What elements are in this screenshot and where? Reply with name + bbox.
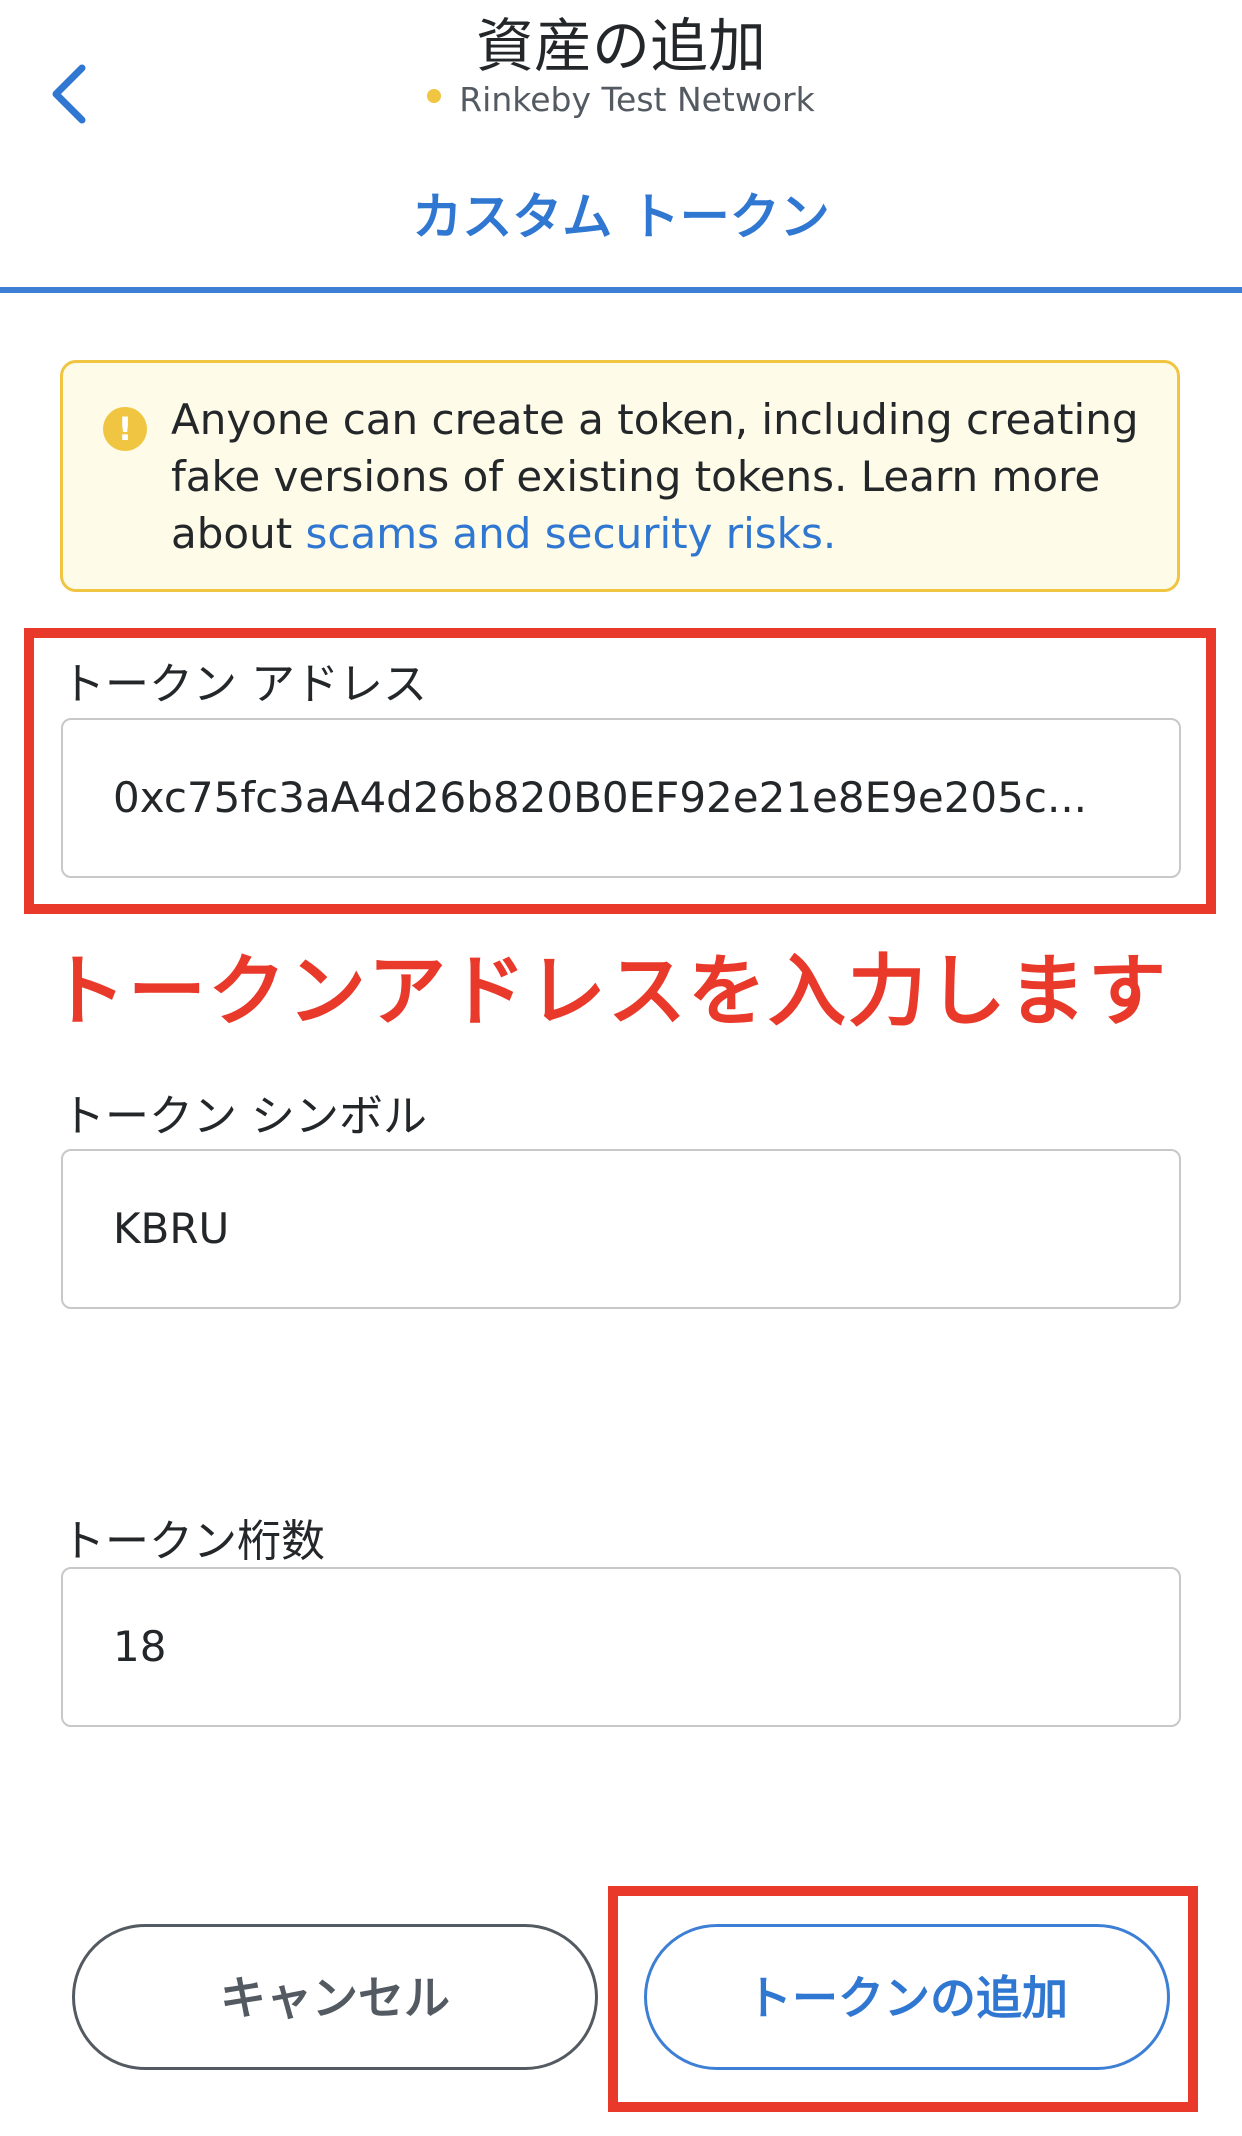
token-symbol-value: KBRU: [113, 1204, 230, 1253]
token-symbol-input[interactable]: KBRU: [61, 1149, 1181, 1309]
exclamation-circle-icon: !: [103, 407, 147, 451]
scam-warning-banner: ! Anyone can create a token, including c…: [60, 360, 1180, 592]
token-decimals-label: トークン桁数: [61, 1516, 325, 1567]
token-symbol-label: トークン シンボル: [61, 1091, 427, 1142]
network-indicator[interactable]: Rinkeby Test Network: [0, 78, 1242, 122]
token-decimals-input[interactable]: 18: [61, 1567, 1181, 1727]
cancel-button[interactable]: キャンセル: [72, 1924, 598, 2070]
network-name: Rinkeby Test Network: [459, 80, 815, 119]
network-status-dot: [427, 88, 442, 103]
tab-underline: [0, 287, 1242, 293]
token-decimals-value: 18: [113, 1622, 167, 1671]
add-token-button[interactable]: トークンの追加: [644, 1924, 1170, 2070]
instruction-annotation: トークンアドレスを入力します: [48, 947, 1169, 1037]
warning-text: Anyone can create a token, including cre…: [171, 391, 1161, 562]
page-title: 資産の追加: [475, 12, 766, 80]
token-address-input[interactable]: 0xc75fc3aA4d26b820B0EF92e21e8E9e205c...: [61, 718, 1181, 878]
scams-security-link[interactable]: scams and security risks.: [306, 509, 837, 558]
tab-custom-token[interactable]: カスタム トークン: [0, 182, 1242, 252]
token-address-value: 0xc75fc3aA4d26b820B0EF92e21e8E9e205c...: [113, 773, 1088, 822]
token-address-label: トークン アドレス: [61, 659, 427, 710]
